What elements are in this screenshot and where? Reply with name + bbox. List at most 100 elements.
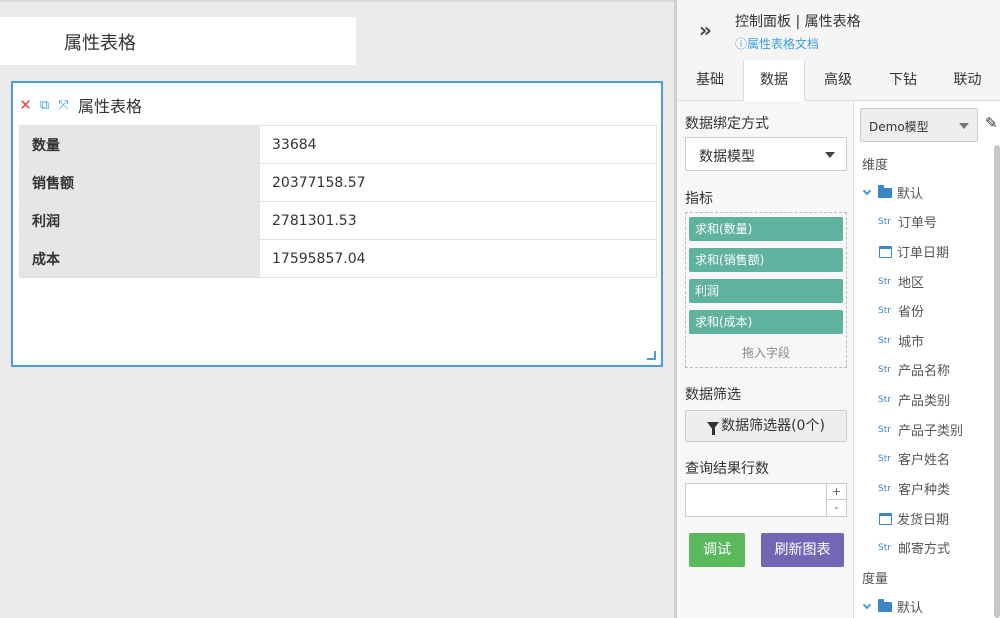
dimension-group[interactable]: 默认: [862, 183, 923, 202]
chevron-down-icon: [862, 600, 872, 609]
panel-tabs: 基础 数据 高级 下钻 联动: [677, 60, 1000, 102]
dimension-field[interactable]: Str 产品名称: [878, 360, 950, 379]
str-type-icon: Str: [878, 335, 891, 346]
folder-open-icon: [878, 184, 892, 198]
measure-label: 度量: [862, 572, 889, 587]
doc-link-label: 属性表格文档: [747, 37, 820, 51]
model-select[interactable]: Demo模型: [860, 108, 978, 142]
property-table-widget[interactable]: ✕ ⧉ ⤧ 属性表格 数量 33684 销售额 20377158.57 利润 2…: [11, 81, 663, 367]
field-label: 产品子类别: [898, 424, 964, 439]
rows-label: 查询结果行数: [685, 461, 769, 477]
field-label: 客户姓名: [898, 453, 951, 468]
property-table: 数量 33684 销售额 20377158.57 利润 2781301.53 成…: [19, 125, 657, 278]
control-panel: » 控制面板 | 属性表格 ⓘ属性表格文档 基础 数据 高级 下钻 联动 数据绑…: [674, 0, 1000, 618]
table-row: 利润 2781301.53: [19, 201, 657, 240]
str-type-icon: Str: [878, 394, 891, 405]
tab-advanced[interactable]: 高级: [805, 60, 871, 101]
table-row: 销售额 20377158.57: [19, 163, 657, 202]
dimension-field[interactable]: Str 地区: [878, 272, 924, 291]
property-label: 利润: [19, 201, 260, 240]
page-title-bar[interactable]: 属性表格: [0, 17, 356, 65]
str-type-icon: Str: [878, 483, 891, 494]
dashboard-canvas: 属性表格 ✕ ⧉ ⤧ 属性表格 数量 33684 销售额 20377158.57…: [0, 0, 674, 618]
metric-pill[interactable]: 求和(成本): [689, 310, 843, 334]
str-type-icon: Str: [878, 542, 891, 553]
refresh-chart-button[interactable]: 刷新图表: [761, 533, 844, 567]
doc-link[interactable]: ⓘ属性表格文档: [735, 35, 819, 52]
caret-down-icon: [825, 152, 835, 158]
close-icon[interactable]: ✕: [19, 97, 32, 112]
dimension-field[interactable]: Str 产品类别: [878, 390, 950, 409]
caret-down-icon: [959, 123, 969, 129]
filter-icon: [707, 422, 720, 435]
binding-label: 数据绑定方式: [685, 116, 769, 132]
model-select-value: Demo模型: [869, 120, 929, 134]
tab-data[interactable]: 数据: [743, 60, 805, 102]
fullscreen-icon[interactable]: ⤧: [57, 98, 70, 112]
metric-pill[interactable]: 利润: [689, 279, 843, 303]
data-filter-button-label: 数据筛选器(0个): [721, 418, 825, 434]
property-label: 销售额: [19, 163, 260, 202]
field-list-scrollbar[interactable]: [994, 145, 1000, 618]
dimension-field[interactable]: 发货日期: [878, 509, 949, 528]
property-value: 2781301.53: [259, 201, 657, 240]
edit-pencil-icon[interactable]: ✎: [985, 114, 998, 132]
panel-title: 控制面板 | 属性表格: [735, 14, 861, 30]
decrement-button[interactable]: -: [826, 500, 846, 516]
dimension-field[interactable]: Str 订单号: [878, 212, 937, 231]
calendar-icon: [879, 245, 892, 258]
dimension-field[interactable]: Str 城市: [878, 331, 924, 350]
tab-drilldown[interactable]: 下钻: [871, 60, 935, 101]
copy-icon[interactable]: ⧉: [38, 98, 51, 112]
dimension-group-label: 默认: [897, 187, 924, 202]
binding-select[interactable]: 数据模型: [685, 137, 847, 171]
dimension-field[interactable]: Str 邮寄方式: [878, 538, 950, 557]
field-label: 邮寄方式: [898, 542, 951, 557]
page-title: 属性表格: [64, 33, 136, 54]
field-list-column: Demo模型 ✎ 维度 默认 Str 订单号 订单日期 Str 地区 Str 省份 S…: [853, 101, 1000, 618]
field-label: 地区: [898, 276, 925, 291]
table-row: 数量 33684: [19, 125, 657, 164]
folder-open-icon: [878, 598, 892, 612]
tab-linkage[interactable]: 联动: [935, 60, 1000, 101]
field-label: 订单日期: [897, 246, 950, 261]
collapse-panel-icon[interactable]: »: [699, 18, 712, 42]
field-label: 发货日期: [897, 513, 950, 528]
str-type-icon: Str: [878, 216, 891, 227]
field-label: 客户种类: [898, 483, 951, 498]
dimension-field[interactable]: Str 产品子类别: [878, 420, 963, 439]
str-type-icon: Str: [878, 276, 891, 287]
field-label: 产品名称: [898, 364, 951, 379]
field-label: 城市: [898, 335, 925, 350]
debug-button[interactable]: 调试: [689, 533, 745, 567]
widget-toolbar: ✕ ⧉ ⤧ 属性表格: [19, 95, 143, 116]
tab-basic[interactable]: 基础: [677, 60, 743, 101]
measure-group-label: 默认: [897, 601, 924, 616]
data-config-column: 数据绑定方式 数据模型 指标 求和(数量) 求和(销售额) 利润 求和(成本) …: [677, 101, 852, 618]
table-row: 成本 17595857.04: [19, 239, 657, 278]
metric-pill[interactable]: 求和(数量): [689, 217, 843, 241]
dimension-field[interactable]: Str 省份: [878, 301, 924, 320]
widget-title: 属性表格: [78, 97, 143, 116]
metric-pill[interactable]: 求和(销售额): [689, 248, 843, 272]
metrics-drop-zone[interactable]: 求和(数量) 求和(销售额) 利润 求和(成本) 拖入字段: [685, 212, 847, 368]
property-value: 20377158.57: [259, 163, 657, 202]
filter-label: 数据筛选: [685, 387, 741, 403]
resize-handle[interactable]: [647, 351, 656, 360]
dimension-field[interactable]: Str 客户种类: [878, 479, 950, 498]
increment-button[interactable]: +: [826, 484, 846, 500]
result-rows-input[interactable]: + -: [685, 483, 847, 517]
str-type-icon: Str: [878, 424, 891, 435]
str-type-icon: Str: [878, 453, 891, 464]
calendar-icon: [879, 512, 892, 525]
property-label: 数量: [19, 125, 260, 164]
field-label: 产品类别: [898, 394, 951, 409]
dimension-field[interactable]: 订单日期: [878, 242, 949, 261]
field-label: 订单号: [898, 216, 938, 231]
data-filter-button[interactable]: 数据筛选器(0个): [685, 410, 847, 442]
str-type-icon: Str: [878, 364, 891, 375]
measure-group[interactable]: 默认: [862, 597, 923, 616]
dimension-field[interactable]: Str 客户姓名: [878, 449, 950, 468]
metrics-label: 指标: [685, 191, 713, 207]
chevron-down-icon: [862, 186, 872, 195]
